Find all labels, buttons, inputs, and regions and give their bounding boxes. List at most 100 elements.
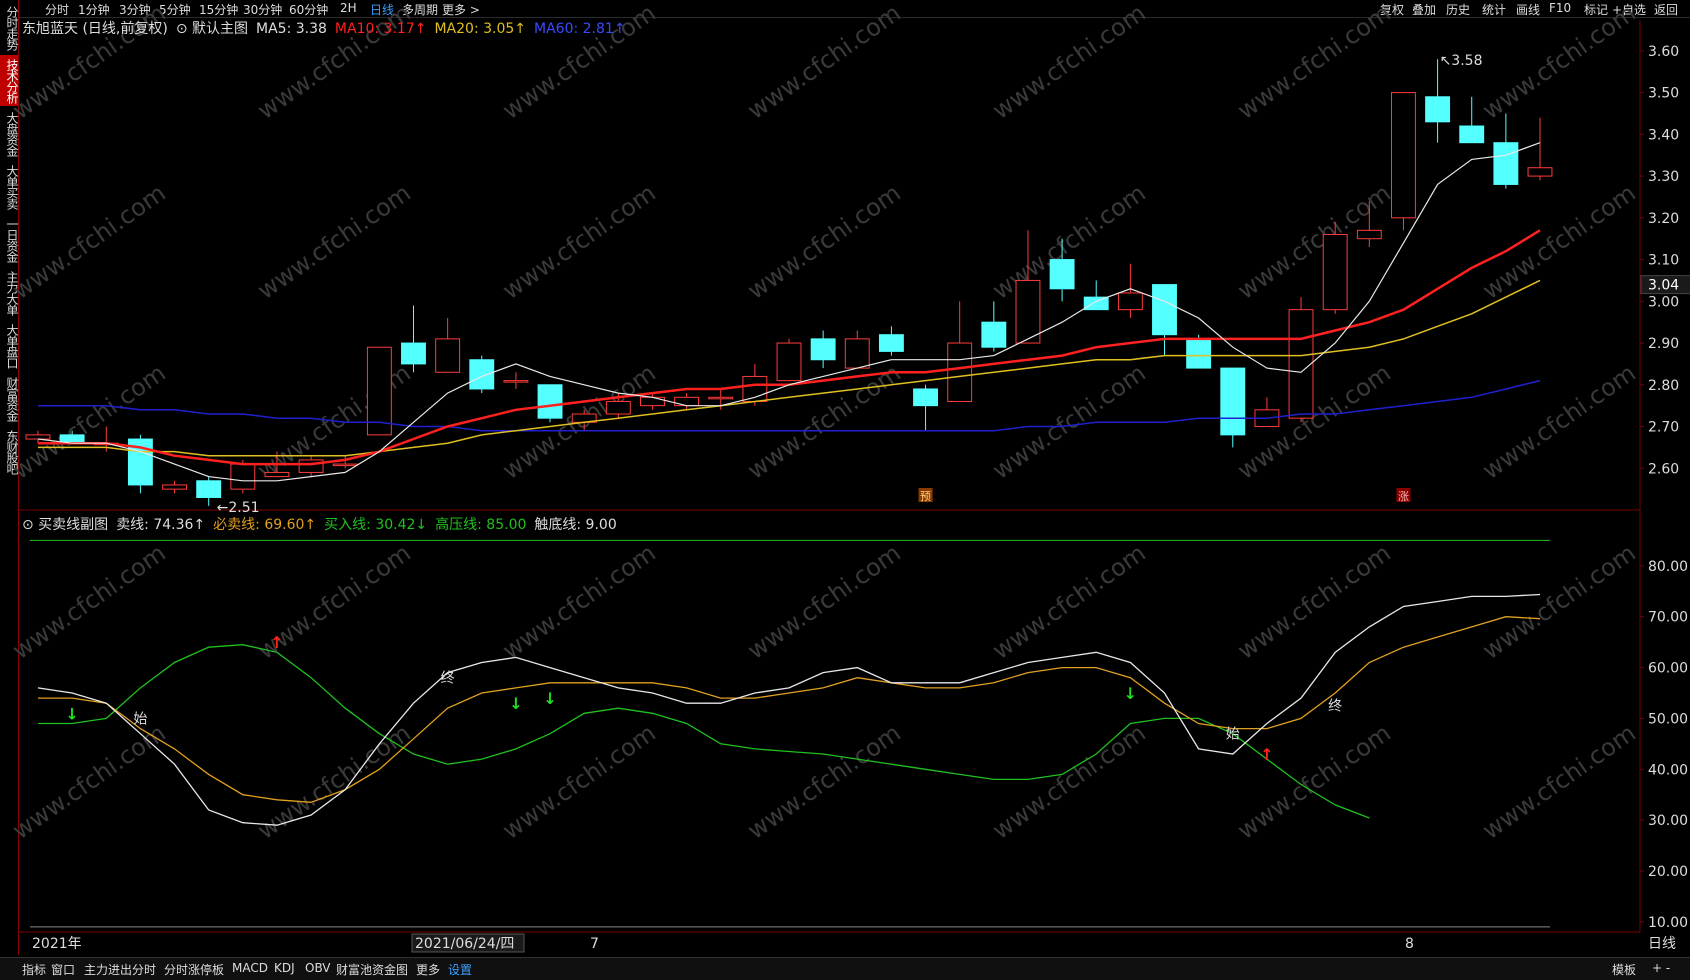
bottom-tab-4[interactable]: MACD	[232, 961, 268, 975]
price-axis-label: 3.60	[1648, 44, 1679, 60]
candle[interactable]	[878, 326, 904, 356]
candle-body	[674, 396, 700, 407]
bottom-tab-0[interactable]: 指标	[22, 961, 46, 978]
legend-ma20: MA20: 3.05↑	[434, 21, 526, 37]
candle[interactable]	[776, 338, 802, 382]
price-axis-label: 2.90	[1648, 336, 1679, 352]
candle-body	[264, 471, 290, 478]
legend-stock: 东旭蓝天 (日线,前复权)	[22, 20, 168, 37]
watermark-text: www.cfchi.com	[1477, 0, 1640, 125]
zhang-marker: 涨	[1398, 490, 1409, 503]
candle[interactable]	[469, 355, 495, 394]
watermark-text: www.cfchi.com	[1232, 0, 1395, 125]
watermark-text: www.cfchi.com	[1232, 539, 1395, 665]
candle[interactable]	[1322, 222, 1348, 314]
signal-arrow: ↑	[1260, 745, 1273, 764]
low-price-label: ←2.51	[217, 500, 260, 516]
watermark-text: www.cfchi.com	[497, 0, 660, 125]
candle-body	[1083, 296, 1109, 311]
candle[interactable]	[981, 301, 1007, 352]
candle-body	[1391, 92, 1416, 219]
candle[interactable]	[435, 318, 461, 373]
candle-body	[981, 321, 1007, 348]
watermark-text: www.cfchi.com	[1477, 719, 1640, 845]
candle-body	[1117, 292, 1143, 311]
candle[interactable]	[162, 480, 187, 494]
price-axis-label: 3.20	[1648, 211, 1679, 227]
candle-body	[947, 342, 973, 402]
candle[interactable]	[844, 330, 870, 369]
candle-body	[1322, 234, 1348, 311]
end-annotation: 终	[441, 671, 455, 687]
watermark-text: www.cfchi.com	[987, 719, 1150, 845]
candle[interactable]	[1254, 397, 1280, 428]
bottom-tab-6[interactable]: OBV	[305, 961, 331, 975]
x-axis-label: 2021年	[32, 936, 82, 952]
price-axis-label: 3.30	[1648, 169, 1679, 185]
current-price-label: 3.04	[1648, 278, 1679, 294]
price-axis-label: 3.10	[1648, 253, 1679, 269]
bottom-tab-9[interactable]: 设置	[448, 961, 472, 978]
candle[interactable]	[1493, 113, 1519, 189]
candle[interactable]	[1425, 59, 1451, 143]
bottom-right-0[interactable]: 模板	[1612, 961, 1636, 978]
x-axis-label: 7	[590, 936, 599, 952]
signal-arrow: ↓	[65, 704, 78, 723]
candle-body	[1152, 284, 1177, 336]
bottom-tab-8[interactable]: 更多	[416, 961, 440, 978]
watermark-text: www.cfchi.com	[1232, 179, 1395, 305]
candle[interactable]	[1117, 263, 1143, 318]
candle-body	[844, 338, 870, 369]
osc-axis-label: 80.00	[1648, 559, 1688, 575]
signal-arrow: ↓	[543, 689, 556, 708]
watermark-text: www.cfchi.com	[497, 539, 660, 665]
candle-body	[776, 342, 802, 382]
watermark-text: www.cfchi.com	[252, 179, 415, 305]
legend-ma10: MA10: 3.17↑	[335, 21, 427, 37]
watermark-text: www.cfchi.com	[987, 539, 1150, 665]
candle-body	[1015, 279, 1041, 344]
x-axis-label: 2021/06/24/四	[415, 936, 514, 952]
candle[interactable]	[913, 384, 938, 431]
bottom-tab-1[interactable]: 窗口	[51, 961, 75, 978]
bottom-tab-3[interactable]: 分时涨停板	[164, 961, 224, 978]
bottom-tab-5[interactable]: KDJ	[274, 961, 295, 975]
osc-axis-label: 30.00	[1648, 813, 1688, 829]
candle-body	[1049, 259, 1075, 290]
candle-body	[1527, 167, 1553, 177]
price-axis-label: 2.80	[1648, 378, 1679, 394]
price-axis-label: 3.00	[1648, 294, 1679, 310]
watermark-text: www.cfchi.com	[252, 719, 415, 845]
candle[interactable]	[947, 301, 973, 402]
candle[interactable]	[674, 393, 700, 410]
signal-arrow: ↑	[270, 633, 283, 652]
candle[interactable]	[1527, 117, 1553, 181]
candle[interactable]	[1220, 367, 1246, 448]
candle[interactable]	[1391, 92, 1416, 231]
candle[interactable]	[810, 330, 836, 369]
watermark-text: www.cfchi.com	[742, 0, 905, 125]
bottom-tab-7[interactable]: 财富池资金图	[336, 961, 408, 978]
yu-marker: 预	[920, 490, 931, 503]
candle[interactable]	[127, 434, 153, 494]
bottom-toolbar: 指标 窗口 主力进出分时 分时涨停板 MACD KDJ OBV 财富池资金图 更多 设置 模板 + -	[0, 957, 1690, 980]
candle[interactable]	[1152, 284, 1177, 356]
legend-main-chart: ⊙ 默认主图	[176, 21, 248, 37]
bottom-tab-2[interactable]: 主力进出分时	[84, 961, 156, 978]
watermark-text: www.cfchi.com	[7, 719, 170, 845]
candle[interactable]	[640, 393, 665, 410]
legend-buy: 买入线: 30.42↓	[324, 517, 427, 533]
watermark-text: www.cfchi.com	[7, 539, 170, 665]
candle[interactable]	[503, 372, 529, 389]
chart-area[interactable]: www.cfchi.com www.cfchi.com www.cfchi.com w…	[0, 0, 1690, 957]
candle[interactable]	[1288, 297, 1314, 423]
bottom-right-1[interactable]: + -	[1652, 961, 1670, 975]
candle-body	[878, 334, 904, 352]
osc-axis-label: 60.00	[1648, 661, 1688, 677]
candle-body	[469, 359, 495, 390]
watermark-text: www.cfchi.com	[1477, 179, 1640, 305]
candle-body	[230, 463, 256, 490]
candle[interactable]	[1083, 280, 1109, 311]
candle[interactable]	[401, 305, 426, 373]
candle-body	[298, 459, 324, 473]
